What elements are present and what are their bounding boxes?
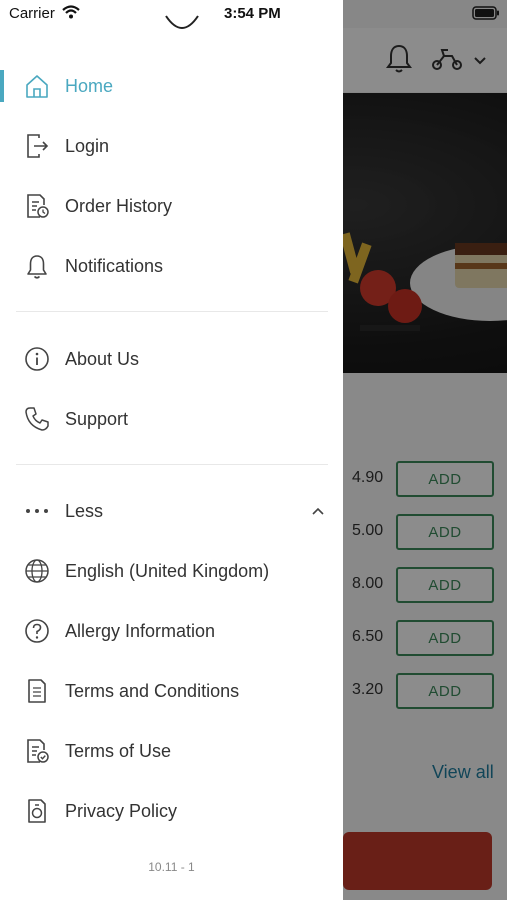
menu-divider: [16, 311, 328, 312]
menu-label: Support: [65, 408, 129, 429]
menu-item-allergy-information[interactable]: Allergy Information: [0, 608, 343, 654]
menu-item-language[interactable]: English (United Kingdom): [0, 548, 343, 594]
menu-item-terms-and-conditions[interactable]: Terms and Conditions: [0, 668, 343, 714]
menu-label: English (United Kingdom): [65, 560, 270, 581]
menu-label: Allergy Information: [65, 620, 216, 641]
order-history-icon: [27, 194, 49, 218]
menu-item-notifications[interactable]: Notifications: [0, 243, 343, 289]
menu-label: Login: [65, 135, 110, 156]
phone-icon: [25, 407, 49, 431]
menu-label: Privacy Policy: [65, 800, 178, 821]
chevron-up-icon[interactable]: [308, 501, 328, 521]
home-icon: [26, 75, 48, 98]
menu-label: Home: [65, 75, 114, 96]
globe-icon: [25, 559, 49, 583]
menu-label: Less: [65, 500, 104, 521]
menu-label: Order History: [65, 195, 173, 216]
menu-item-terms-of-use[interactable]: Terms of Use: [0, 728, 343, 774]
menu-label: Terms of Use: [65, 740, 172, 761]
carrier-label: Carrier: [9, 5, 55, 22]
more-dots-icon: [26, 509, 48, 513]
wifi-icon: [62, 5, 80, 19]
menu-label: Terms and Conditions: [65, 680, 240, 701]
menu-item-home[interactable]: Home: [0, 63, 343, 109]
side-drawer: Home Login Order History Notifications A…: [0, 0, 343, 900]
info-icon: [25, 347, 49, 371]
menu-item-about-us[interactable]: About Us: [0, 336, 343, 382]
question-icon: [25, 619, 49, 643]
menu-divider: [16, 464, 328, 465]
menu-item-login[interactable]: Login: [0, 123, 343, 169]
app-version: 10.11 - 1: [148, 860, 195, 874]
document-icon: [28, 679, 46, 703]
menu-item-support[interactable]: Support: [0, 396, 343, 442]
bell-icon: [27, 255, 47, 279]
clock: 3:54 PM: [224, 5, 281, 22]
menu-item-less[interactable]: Less: [0, 488, 343, 534]
privacy-icon: [28, 799, 46, 823]
menu-label: Notifications: [65, 255, 164, 276]
login-icon: [27, 134, 49, 158]
menu-item-privacy-policy[interactable]: Privacy Policy: [0, 788, 343, 834]
battery-icon: [472, 6, 499, 20]
menu-label: About Us: [65, 348, 140, 369]
menu-item-order-history[interactable]: Order History: [0, 183, 343, 229]
document-check-icon: [27, 739, 49, 763]
status-bar: Carrier 3:54 PM: [0, 0, 507, 28]
